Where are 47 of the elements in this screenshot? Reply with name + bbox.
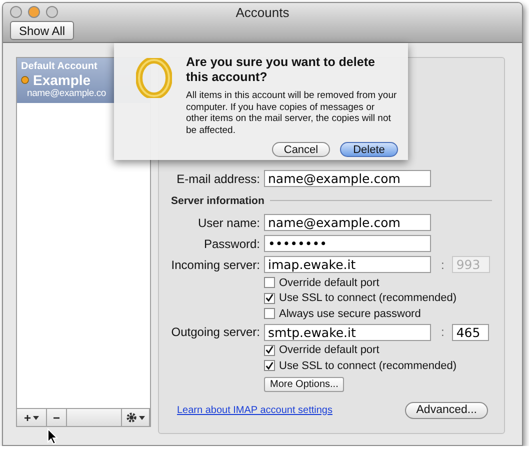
status-dot-icon — [21, 76, 29, 84]
text-field[interactable]: name@example.com — [264, 214, 431, 231]
port-separator: : — [441, 258, 444, 272]
add-button[interactable]: + — [17, 409, 47, 426]
port-field[interactable]: 465 — [452, 324, 490, 340]
text-field[interactable]: name@example.com — [264, 170, 431, 187]
port-separator: : — [441, 325, 444, 339]
window-title: Accounts — [234, 4, 290, 20]
checkbox[interactable] — [264, 277, 275, 288]
more-options-button[interactable]: More Options... — [264, 376, 344, 392]
text-field[interactable]: •••••••• — [264, 235, 431, 252]
remove-button[interactable]: − — [47, 409, 67, 426]
show-all-button[interactable]: Show All — [10, 21, 74, 40]
text-field[interactable]: smtp.ewake.it — [264, 324, 431, 340]
account-header: Default Account — [21, 61, 98, 72]
cursor-icon — [47, 428, 58, 445]
field-label: Outgoing server: — [170, 325, 260, 339]
minimize-icon[interactable] — [28, 6, 40, 18]
field-label: E-mail address: — [176, 172, 260, 186]
checkbox-label: Use SSL to connect (recommended) — [279, 360, 457, 372]
checkbox[interactable] — [264, 292, 275, 304]
checkbox[interactable] — [264, 344, 275, 356]
checkbox-label: Use SSL to connect (recommended) — [279, 292, 457, 304]
section-heading: Server information — [171, 194, 264, 206]
checkbox-label: Override default port — [279, 276, 380, 289]
zoom-icon[interactable] — [46, 6, 58, 18]
text-field[interactable]: imap.ewake.it — [264, 256, 431, 273]
advanced-button[interactable]: Advanced... — [405, 402, 488, 418]
field-label: Incoming server: — [170, 258, 260, 272]
close-icon[interactable] — [10, 6, 22, 18]
dialog-button[interactable]: Cancel — [272, 142, 330, 157]
checkbox-label: Always use secure password — [279, 308, 421, 320]
account-email: name@example.co — [27, 88, 106, 99]
caret-icon — [139, 416, 145, 420]
checkbox[interactable] — [264, 360, 275, 372]
office-logo-icon — [136, 58, 172, 98]
checkbox[interactable] — [264, 308, 275, 320]
checkbox-label: Override default port — [279, 344, 380, 356]
account-name: Example — [33, 72, 91, 88]
dialog-message: All items in this account will be removed from your computer. If you have copies of messages or other items on the mail server, the copies will not be affected. — [186, 90, 398, 136]
help-link[interactable]: Learn about IMAP account settings — [177, 404, 332, 416]
gear-icon — [126, 412, 137, 423]
caret-icon — [33, 416, 39, 420]
dialog-title: Are you sure you want to delete this account? — [186, 55, 376, 85]
field-label: Password: — [202, 236, 260, 250]
dialog-button[interactable]: Delete — [340, 142, 398, 157]
field-label: User name: — [196, 216, 260, 230]
